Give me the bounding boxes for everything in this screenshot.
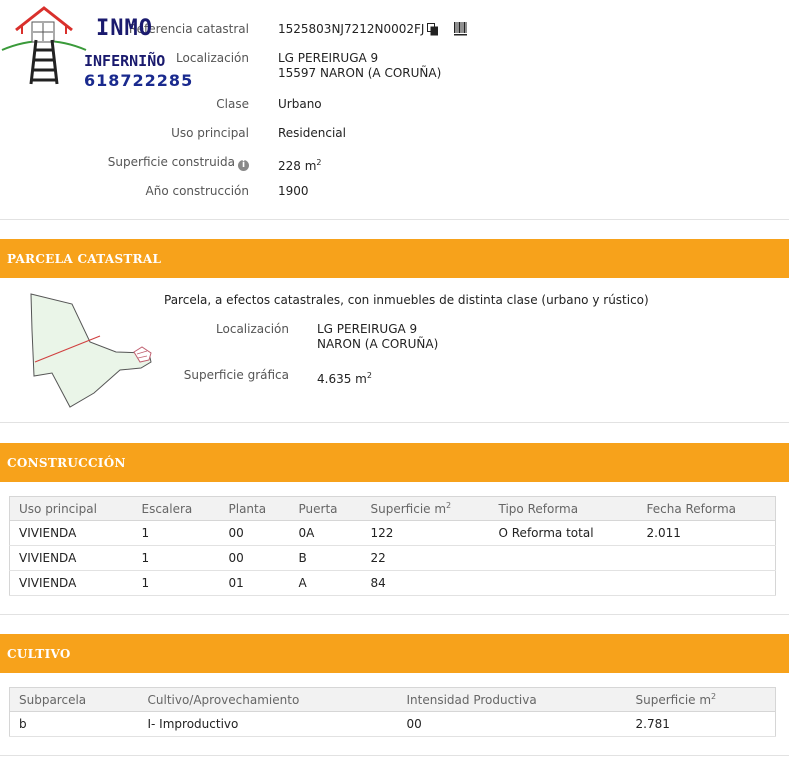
col-cultivo: Cultivo/Aprovechamiento bbox=[138, 687, 398, 712]
logo-inmo-text: INMO bbox=[96, 16, 153, 41]
col-intensidad: Intensidad Productiva bbox=[397, 687, 627, 712]
parcela-localizacion-line-2: NARON (A CORUÑA) bbox=[317, 337, 439, 351]
superficie-grafica-value: 4.635 m2 bbox=[317, 368, 372, 387]
cell-cultivo: I- Improductivo bbox=[138, 711, 398, 737]
anio-construccion-value: 1900 bbox=[278, 184, 309, 198]
col-escalera: Escalera bbox=[132, 496, 220, 521]
cell-superficie: 122 bbox=[361, 520, 490, 546]
col-tipo-reforma: Tipo Reforma bbox=[489, 496, 638, 521]
cultivo-title: CULTIVO bbox=[7, 647, 71, 661]
cell-tipo-reforma: O Reforma total bbox=[489, 520, 638, 546]
construccion-title: CONSTRUCCIÓN bbox=[7, 456, 126, 470]
cell-planta: 01 bbox=[219, 570, 290, 596]
cell-uso: VIVIENDA bbox=[9, 545, 133, 571]
col-superficie-exp: 2 bbox=[711, 692, 717, 701]
superficie-construida-number: 228 m bbox=[278, 159, 317, 173]
parcel-map-image[interactable] bbox=[24, 290, 159, 410]
col-superficie-exp: 2 bbox=[446, 501, 452, 510]
col-superficie-text: Superficie m bbox=[635, 693, 712, 707]
cell-subparcela: b bbox=[9, 711, 139, 737]
cell-uso: VIVIENDA bbox=[9, 570, 133, 596]
cell-superficie: 84 bbox=[361, 570, 490, 596]
cell-escalera: 1 bbox=[132, 570, 220, 596]
superficie-construida-label: Superficie construida i bbox=[108, 155, 249, 171]
col-fecha-reforma: Fecha Reforma bbox=[637, 496, 776, 521]
logo-name-text: INFERNIÑO bbox=[84, 52, 166, 70]
info-row-clase: Clase Urbano bbox=[0, 97, 789, 117]
uso-principal-value: Residencial bbox=[278, 126, 346, 140]
cell-puerta: B bbox=[289, 545, 362, 571]
divider bbox=[0, 219, 789, 220]
divider bbox=[0, 755, 789, 756]
clase-label: Clase bbox=[216, 97, 249, 111]
cell-fecha-reforma bbox=[637, 570, 776, 596]
parcela-catastral-header: PARCELA CATASTRAL bbox=[0, 239, 789, 278]
house-logo-icon bbox=[1, 6, 87, 85]
parcela-localizacion-value: LG PEREIRUGA 9 NARON (A CORUÑA) bbox=[317, 322, 438, 352]
parcela-localizacion-label: Localización bbox=[216, 322, 289, 336]
cell-planta: 00 bbox=[219, 520, 290, 546]
localizacion-line-2: 15597 NARON (A CORUÑA) bbox=[278, 66, 442, 80]
col-puerta: Puerta bbox=[289, 496, 362, 521]
localizacion-line-1: LG PEREIRUGA 9 bbox=[278, 51, 379, 65]
cultivo-table: Subparcela Cultivo/Aprovechamiento Inten… bbox=[9, 687, 776, 737]
cell-puerta: 0A bbox=[289, 520, 362, 546]
info-icon[interactable]: i bbox=[238, 160, 249, 171]
cell-fecha-reforma bbox=[637, 545, 776, 571]
cell-superficie: 2.781 bbox=[626, 711, 776, 737]
parcela-localizacion-line-1: LG PEREIRUGA 9 bbox=[317, 322, 418, 336]
cell-planta: 00 bbox=[219, 545, 290, 571]
divider bbox=[0, 422, 789, 423]
anio-construccion-label: Año construcción bbox=[145, 184, 250, 198]
col-superficie-text: Superficie m bbox=[370, 502, 447, 516]
info-row-uso: Uso principal Residencial bbox=[0, 126, 789, 146]
parcela-description: Parcela, a efectos catastrales, con inmu… bbox=[164, 293, 649, 307]
uso-principal-label: Uso principal bbox=[171, 126, 249, 140]
info-row-anio: Año construcción 1900 bbox=[0, 184, 789, 204]
clase-value: Urbano bbox=[278, 97, 322, 111]
construccion-table: Uso principal Escalera Planta Puerta Sup… bbox=[9, 496, 776, 596]
cell-puerta: A bbox=[289, 570, 362, 596]
info-row-superficie: Superficie construida i 228 m2 bbox=[0, 155, 789, 175]
table-header-row: Uso principal Escalera Planta Puerta Sup… bbox=[9, 496, 776, 521]
table-row: VIVIENDA 1 00 B 22 bbox=[9, 545, 776, 571]
cell-escalera: 1 bbox=[132, 545, 220, 571]
table-header-row: Subparcela Cultivo/Aprovechamiento Inten… bbox=[9, 687, 776, 712]
table-row: VIVIENDA 1 00 0A 122 O Reforma total 2.0… bbox=[9, 520, 776, 546]
superficie-grafica-label: Superficie gráfica bbox=[183, 368, 289, 382]
superficie-construida-exp: 2 bbox=[316, 158, 322, 167]
col-subparcela: Subparcela bbox=[9, 687, 139, 712]
localizacion-value: LG PEREIRUGA 9 15597 NARON (A CORUÑA) bbox=[278, 51, 441, 81]
logo-phone-text: 618722285 bbox=[84, 71, 194, 90]
col-uso-principal: Uso principal bbox=[9, 496, 133, 521]
inmo-logo: INMO INFERNIÑO 618722285 bbox=[0, 0, 200, 95]
col-planta: Planta bbox=[219, 496, 290, 521]
cell-uso: VIVIENDA bbox=[9, 520, 133, 546]
table-row: b I- Improductivo 00 2.781 bbox=[9, 711, 776, 737]
col-superficie: Superficie m2 bbox=[361, 496, 490, 521]
superficie-construida-text: Superficie construida bbox=[107, 155, 235, 169]
table-row: VIVIENDA 1 01 A 84 bbox=[9, 570, 776, 596]
cell-intensidad: 00 bbox=[397, 711, 627, 737]
barcode-icon[interactable] bbox=[454, 22, 467, 36]
superficie-grafica-exp: 2 bbox=[366, 371, 372, 380]
cell-superficie: 22 bbox=[361, 545, 490, 571]
parcela-catastral-title: PARCELA CATASTRAL bbox=[7, 252, 162, 266]
referencia-value: 1525803NJ7212N0002FJ bbox=[278, 22, 425, 36]
col-superficie: Superficie m2 bbox=[626, 687, 776, 712]
copy-icon[interactable] bbox=[427, 23, 439, 36]
cell-tipo-reforma bbox=[489, 545, 638, 571]
superficie-grafica-number: 4.635 m bbox=[317, 372, 367, 386]
cultivo-header: CULTIVO bbox=[0, 634, 789, 673]
cell-escalera: 1 bbox=[132, 520, 220, 546]
cell-fecha-reforma: 2.011 bbox=[637, 520, 776, 546]
cell-tipo-reforma bbox=[489, 570, 638, 596]
construccion-header: CONSTRUCCIÓN bbox=[0, 443, 789, 482]
superficie-construida-value: 228 m2 bbox=[278, 155, 322, 174]
divider bbox=[0, 614, 789, 615]
